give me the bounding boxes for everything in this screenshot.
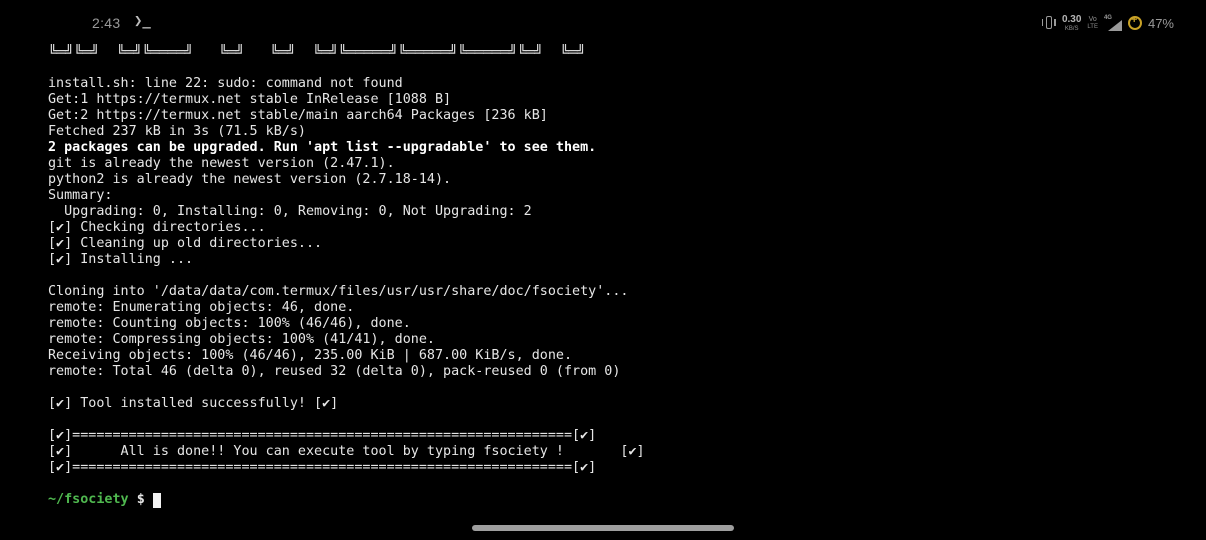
terminal-line: [✔] Tool installed successfully! [✔]	[48, 396, 339, 411]
terminal-lines: install.sh: line 22: sudo: command not f…	[48, 60, 1188, 492]
terminal-line: python2 is already the newest version (2…	[48, 172, 452, 187]
volte-indicator: Vo LTE	[1087, 16, 1098, 30]
terminal-line: 2 packages can be upgraded. Run 'apt lis…	[48, 140, 597, 155]
terminal-line: Upgrading: 0, Installing: 0, Removing: 0…	[48, 204, 532, 219]
terminal-line: remote: Compressing objects: 100% (41/41…	[48, 332, 435, 347]
network-speed-value: 0.30	[1061, 13, 1082, 25]
terminal-line: [✔]=====================================…	[48, 460, 597, 475]
battery-saver-icon	[1127, 14, 1142, 30]
terminal-line: [✔] All is done!! You can execute tool b…	[48, 444, 645, 459]
network-speed-unit: KB/S	[1064, 25, 1079, 32]
terminal-line: git is already the newest version (2.47.…	[48, 156, 395, 171]
terminal-line: [✔] Cleaning up old directories...	[48, 236, 323, 251]
status-time: 2:43	[92, 15, 121, 31]
terminal-line: remote: Enumerating objects: 46, done.	[48, 300, 355, 315]
terminal-line: Get:1 https://termux.net stable InReleas…	[48, 92, 452, 107]
signal-icon: 4G	[1104, 15, 1122, 31]
ascii-banner-fragment: ╚═╝╚═╝ ╚═╝╚════╝ ╚═╝ ╚═╝ ╚═╝╚═════╝╚════…	[48, 44, 586, 60]
battery-percent: 47%	[1147, 15, 1174, 31]
volte-bottom: LTE	[1087, 24, 1098, 30]
text-cursor	[152, 492, 161, 508]
terminal-line: [✔] Installing ...	[48, 252, 194, 267]
terminal-line: Fetched 237 kB in 3s (71.5 kB/s)	[48, 124, 306, 139]
shell-prompt[interactable]: ~/fsociety $	[48, 492, 1188, 508]
prompt-symbol: $	[136, 492, 145, 507]
terminal-line: Cloning into '/data/data/com.termux/file…	[48, 284, 629, 299]
vibrate-icon	[1041, 15, 1056, 31]
prompt-path: ~/fsociety	[48, 492, 129, 507]
terminal-line: [✔]=====================================…	[48, 428, 597, 443]
terminal-line: Get:2 https://termux.net stable/main aar…	[48, 108, 548, 123]
terminal-line: Summary:	[48, 188, 113, 203]
volte-top: Vo	[1088, 16, 1097, 23]
terminal-line: [✔] Checking directories...	[48, 220, 266, 235]
terminal-line: remote: Total 46 (delta 0), reused 32 (d…	[48, 364, 621, 379]
terminal-line: install.sh: line 22: sudo: command not f…	[48, 76, 403, 91]
terminal-output[interactable]: ╚═╝╚═╝ ╚═╝╚════╝ ╚═╝ ╚═╝ ╚═╝╚═════╝╚════…	[48, 44, 1188, 508]
network-speed: 0.30 KB/S	[1061, 13, 1082, 32]
status-bar: 2:43 ❯_ 0.30 KB/S Vo LTE 4G 47%	[0, 0, 1206, 46]
terminal-line: Receiving objects: 100% (46/46), 235.00 …	[48, 348, 573, 363]
terminal-app-icon: ❯_	[134, 13, 151, 29]
status-icons: 0.30 KB/S Vo LTE 4G 47%	[1041, 13, 1174, 33]
terminal-line: remote: Counting objects: 100% (46/46), …	[48, 316, 411, 331]
gesture-navigation-handle[interactable]	[472, 525, 734, 531]
